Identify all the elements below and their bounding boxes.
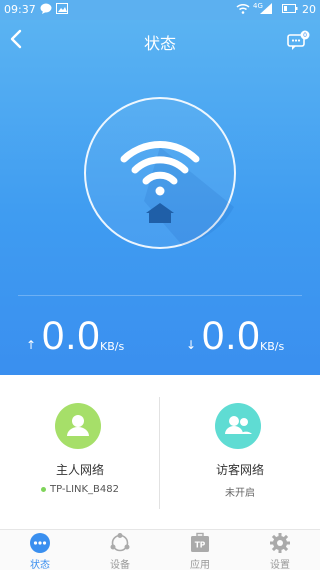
guest-network-title: 访客网络	[215, 463, 264, 477]
download-speed-unit: KB/s	[260, 340, 285, 353]
users-icon	[225, 416, 252, 434]
host-network-icon-circle	[55, 403, 101, 449]
nav-devices[interactable]: 设备	[80, 530, 160, 571]
status-time: 09:37	[4, 3, 36, 16]
online-dot	[40, 486, 46, 492]
download-arrow-icon: ↓	[186, 338, 197, 352]
nav-status[interactable]: 状态	[0, 530, 80, 571]
status-dots-icon	[30, 533, 50, 553]
battery-icon	[282, 4, 298, 13]
devices-icon	[110, 533, 130, 552]
host-ssid-text: TP-LINK_B482	[49, 484, 120, 495]
message-badge: 0	[303, 32, 307, 39]
bottom-nav: 状态 设备 TP 应用 设置	[0, 529, 320, 571]
host-network-title: 主人网络	[55, 463, 104, 477]
app-header: 状态 0	[0, 20, 320, 60]
network-cards: 主人网络 TP-LINK_B482 访客网络 未开启	[0, 375, 320, 530]
status-hero: 状态 0 ↑ 0.0 KB/s ↓ 0.0 KB/s	[0, 20, 320, 375]
page-title: 状态	[143, 34, 176, 53]
user-icon	[67, 415, 89, 436]
upload-arrow-icon: ↑	[26, 338, 37, 352]
guest-network-status: 未开启	[225, 488, 255, 499]
status-bar: 09:37 4G 20	[0, 0, 320, 20]
wifi-status-graphic	[84, 97, 236, 249]
svg-text:TP: TP	[195, 541, 206, 550]
nav-apps[interactable]: TP 应用	[160, 530, 240, 571]
apps-tp-icon: TP	[191, 532, 209, 552]
battery-level: 20	[302, 3, 316, 16]
message-icon[interactable]: 0	[286, 30, 310, 52]
wifi-signal-icon	[236, 3, 250, 14]
host-network-card[interactable]: 主人网络 TP-LINK_B482	[0, 375, 160, 530]
cell-signal-icon	[260, 3, 272, 14]
gear-icon	[270, 533, 290, 553]
upload-speed-value: 0.0	[42, 314, 101, 358]
guest-network-card[interactable]: 访客网络 未开启	[160, 375, 320, 530]
guest-network-icon-circle	[215, 403, 261, 449]
host-network-ssid: TP-LINK_B482	[0, 484, 160, 495]
upload-speed-unit: KB/s	[100, 340, 125, 353]
image-icon	[56, 3, 68, 14]
download-speed-value: 0.0	[202, 314, 261, 358]
chat-icon	[40, 3, 52, 14]
hero-divider	[18, 295, 302, 296]
nav-settings[interactable]: 设置	[240, 530, 320, 571]
